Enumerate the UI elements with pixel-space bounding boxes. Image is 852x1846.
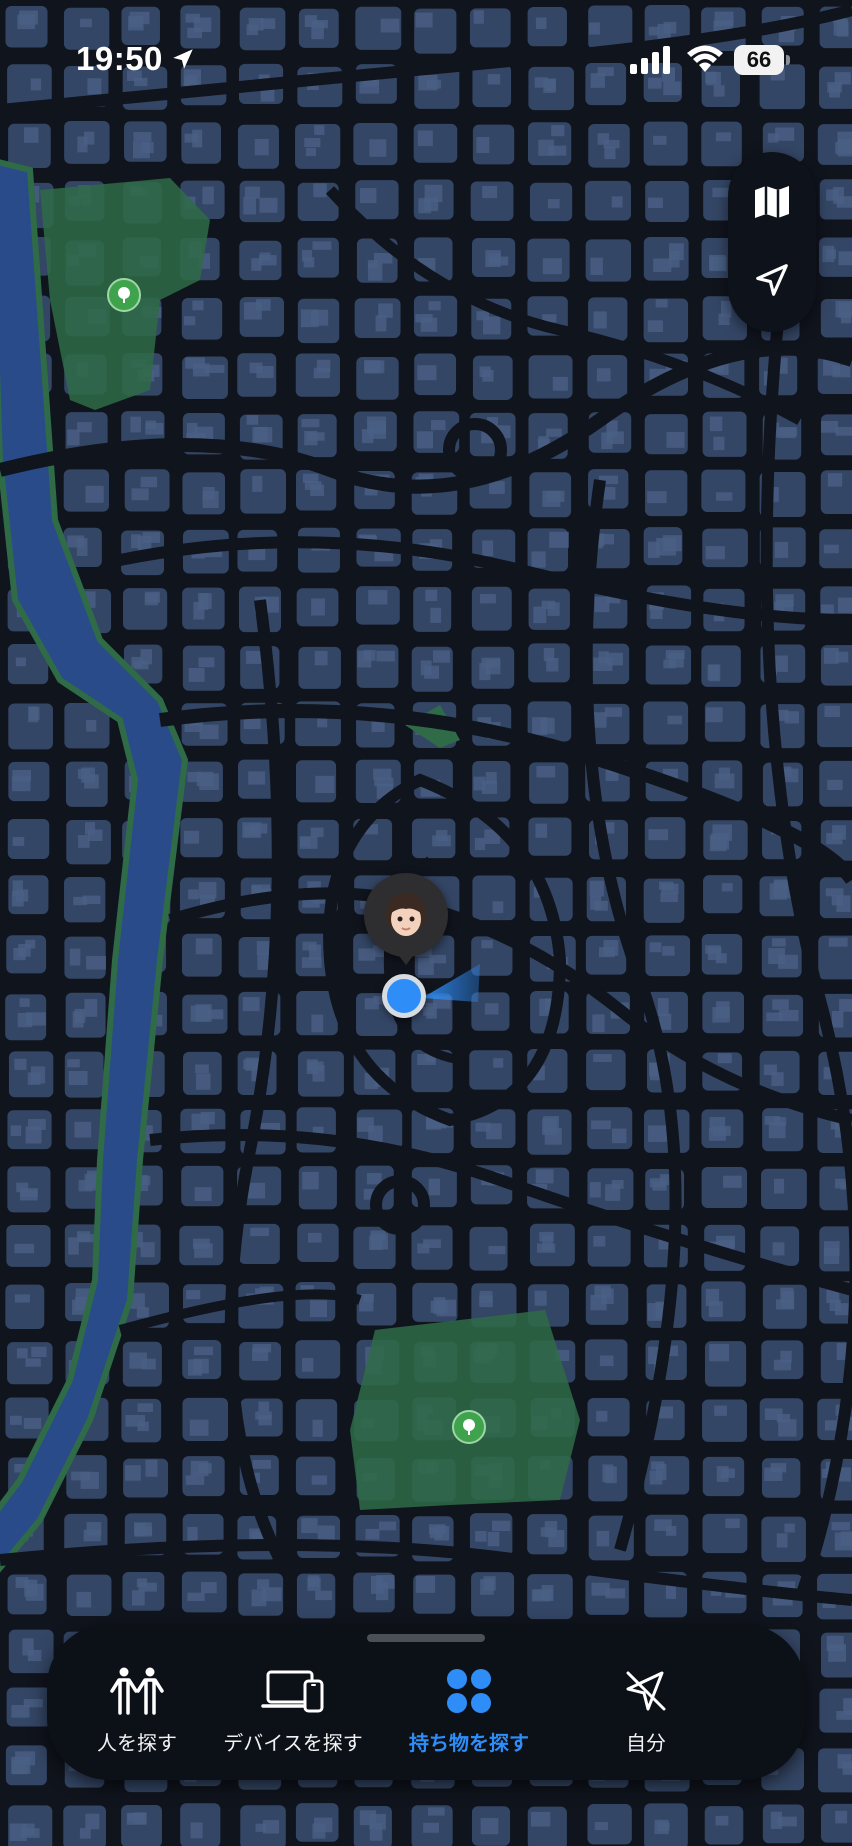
- battery-level: 66: [734, 45, 784, 75]
- map-controls-panel: [728, 152, 816, 332]
- tab-devices[interactable]: デバイスを探す: [203, 1654, 383, 1764]
- devices-icon: [261, 1670, 324, 1713]
- location-arrow-icon: [173, 49, 193, 69]
- status-time: 19:50: [76, 40, 163, 77]
- status-bar: 19:50 66: [0, 0, 852, 120]
- tree-icon: [463, 1419, 475, 1435]
- current-location-button[interactable]: [744, 252, 800, 308]
- tab-me-label: 自分: [626, 1733, 666, 1755]
- wifi-icon: [687, 45, 723, 72]
- tab-devices-label: デバイスを探す: [223, 1733, 363, 1755]
- tab-me[interactable]: 自分: [556, 1654, 736, 1764]
- items-grid-icon: [447, 1669, 491, 1713]
- tab-people-label: 人を探す: [97, 1733, 177, 1755]
- park-pin-north[interactable]: [107, 278, 141, 312]
- current-location-dot[interactable]: [382, 974, 426, 1018]
- park-pin-south[interactable]: [452, 1410, 486, 1444]
- battery-cap: [786, 55, 790, 65]
- person-avatar-marker[interactable]: [364, 873, 448, 957]
- battery-indicator: 66: [734, 45, 790, 75]
- cellular-signal-icon: [630, 46, 670, 74]
- heading-cone: [422, 964, 480, 1002]
- avatar-marker-tail: [396, 952, 416, 965]
- tab-bar: 人を探す デバイスを探す 持ち物を探す 自分: [47, 1624, 805, 1780]
- tab-items-label: 持ち物を探す: [409, 1733, 529, 1755]
- find-my-screen: 19:50 66 人を探す デバイスを探す 持ち物を探す 自分: [0, 0, 852, 1846]
- memoji-avatar-icon: [385, 893, 427, 936]
- tab-people[interactable]: 人を探す: [47, 1654, 227, 1764]
- location-arrow-outline-icon: [756, 264, 788, 296]
- map-style-button[interactable]: [744, 174, 800, 230]
- tab-items[interactable]: 持ち物を探す: [379, 1654, 559, 1764]
- sheet-grabber[interactable]: [367, 1634, 485, 1642]
- tree-icon: [118, 287, 130, 303]
- location-slash-icon: [626, 1671, 666, 1711]
- map-icon: [755, 186, 789, 218]
- people-icon: [110, 1667, 164, 1715]
